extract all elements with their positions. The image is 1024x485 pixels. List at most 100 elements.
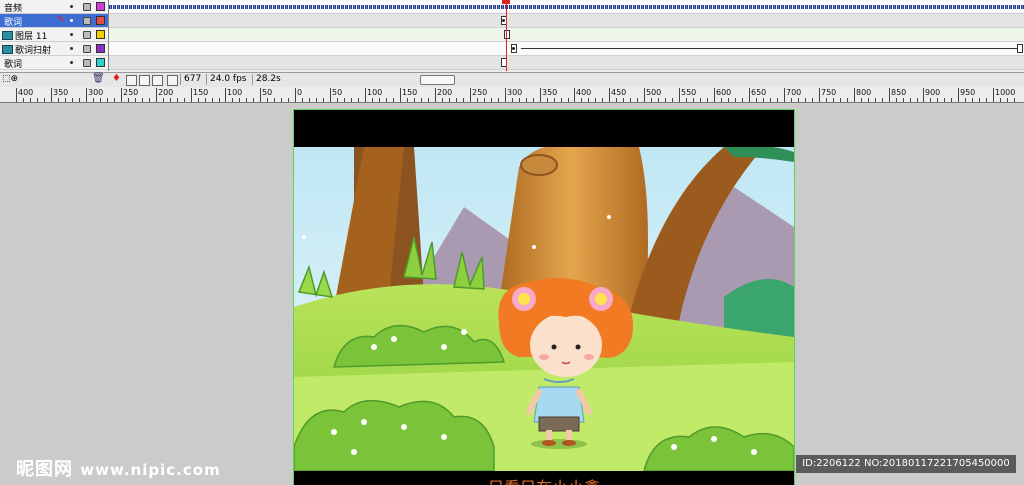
ruler-minor-tick [588,98,589,102]
keyframe[interactable] [504,30,510,39]
lock-icon[interactable] [83,59,91,67]
layer-row-audio[interactable]: 音频 [0,0,108,14]
current-frame: 677 [180,74,204,85]
layer-name: 音频 [4,4,23,14]
layer-row-lyrics-2[interactable]: 歌词 [0,56,108,70]
ruler-minor-tick [533,98,534,102]
ruler-minor-tick [177,98,178,102]
ruler-minor-tick [100,98,101,102]
onion-skin-icon[interactable] [126,75,137,86]
ruler-major-tick [993,88,994,102]
ruler-major-tick [889,88,890,102]
ruler-major-tick [958,88,959,102]
ruler-label: 100 [227,88,243,97]
ruler-minor-tick [442,98,443,102]
outline-color-swatch[interactable] [96,2,105,11]
ruler-minor-tick [986,98,987,102]
center-frame-icon[interactable]: ♦ [112,73,121,84]
ruler-major-tick [16,88,17,102]
ruler-minor-tick [232,98,233,102]
ruler-minor-tick [512,98,513,102]
onion-markers-icon[interactable] [167,75,178,86]
ruler-minor-tick [965,98,966,102]
ruler-major-tick [644,88,645,102]
cartoon-scene [294,147,794,471]
visibility-dot-icon[interactable] [70,47,73,50]
ruler-minor-tick [651,98,652,102]
frame-row-layer-11[interactable] [109,28,1024,42]
outline-color-swatch[interactable] [96,30,105,39]
visibility-dot-icon[interactable] [70,61,73,64]
ruler-label: 850 [891,88,907,97]
frame-grid[interactable] [109,0,1024,71]
edit-multiple-frames-icon[interactable] [152,75,163,86]
ruler-minor-tick [602,98,603,102]
ruler-minor-tick [498,98,499,102]
outline-color-swatch[interactable] [96,44,105,53]
ruler-label: 350 [542,88,558,97]
ruler-minor-tick [414,98,415,102]
ruler-minor-tick [763,98,764,102]
outline-color-swatch[interactable] [96,16,105,25]
ruler-minor-tick [903,98,904,102]
keyframe[interactable] [1017,44,1023,53]
ruler-label: 500 [646,88,662,97]
lock-icon[interactable] [83,17,91,25]
ruler-minor-tick [107,98,108,102]
ruler-major-tick [400,88,401,102]
ruler-minor-tick [707,98,708,102]
ruler-minor-tick [547,98,548,102]
visibility-dot-icon[interactable] [70,33,73,36]
ruler-label: 950 [960,88,976,97]
ruler-major-tick [365,88,366,102]
ruler-label: 250 [123,88,139,97]
layer-row-lyric-sweep[interactable]: 歌词扫射 [0,42,108,56]
mask-layer-icon [2,31,13,40]
ruler-major-tick [923,88,924,102]
frame-row-lyric-sweep[interactable] [109,42,1024,56]
ruler-minor-tick [554,98,555,102]
ruler-major-tick [470,88,471,102]
ruler-label: 50 [332,88,343,97]
lock-icon[interactable] [83,31,91,39]
ruler-minor-tick [861,98,862,102]
delete-layer-icon[interactable]: 🗑 [92,73,105,84]
onion-outline-icon[interactable] [139,75,150,86]
ruler-major-tick [260,88,261,102]
ruler-label: 800 [856,88,872,97]
ruler-minor-tick [58,98,59,102]
ruler-minor-tick [770,98,771,102]
watermark-site-name: 昵图网 [16,459,73,480]
outline-color-swatch[interactable] [96,58,105,67]
lock-icon[interactable] [83,3,91,11]
add-layer-icon[interactable]: ⬚⊕ [2,74,18,84]
ruler-minor-tick [630,98,631,102]
visibility-dot-icon[interactable] [70,5,73,8]
timeline-scroll-thumb[interactable] [420,75,455,85]
layer-row-lyrics-selected[interactable]: 歌词 ✎ [0,14,108,28]
ruler-major-tick [156,88,157,102]
frame-row-lyrics-2[interactable] [109,56,1024,70]
ruler-major-tick [86,88,87,102]
frame-row-audio[interactable] [109,0,1024,14]
ruler-minor-tick [288,98,289,102]
ruler-major-tick [295,88,296,102]
ruler-minor-tick [623,98,624,102]
audio-waveform [109,5,1024,9]
ruler-minor-tick [246,98,247,102]
visibility-dot-icon[interactable] [70,19,73,22]
playhead-line[interactable] [506,0,507,71]
lock-icon[interactable] [83,45,91,53]
ruler-minor-tick [930,98,931,102]
layer-row-layer-11[interactable]: 图层 11 [0,28,108,42]
ruler-major-tick [435,88,436,102]
ruler-minor-tick [128,98,129,102]
keyframe[interactable] [511,44,517,53]
ruler-minor-tick [386,98,387,102]
layer-list: 音频 歌词 ✎ 图层 11 歌词扫射 歌词 [0,0,109,71]
ruler-minor-tick [114,98,115,102]
stage[interactable]: 只看只在小小鑫 [293,110,795,485]
ruler-major-tick [784,88,785,102]
frame-row-lyrics[interactable] [109,14,1024,28]
ruler-minor-tick [219,98,220,102]
